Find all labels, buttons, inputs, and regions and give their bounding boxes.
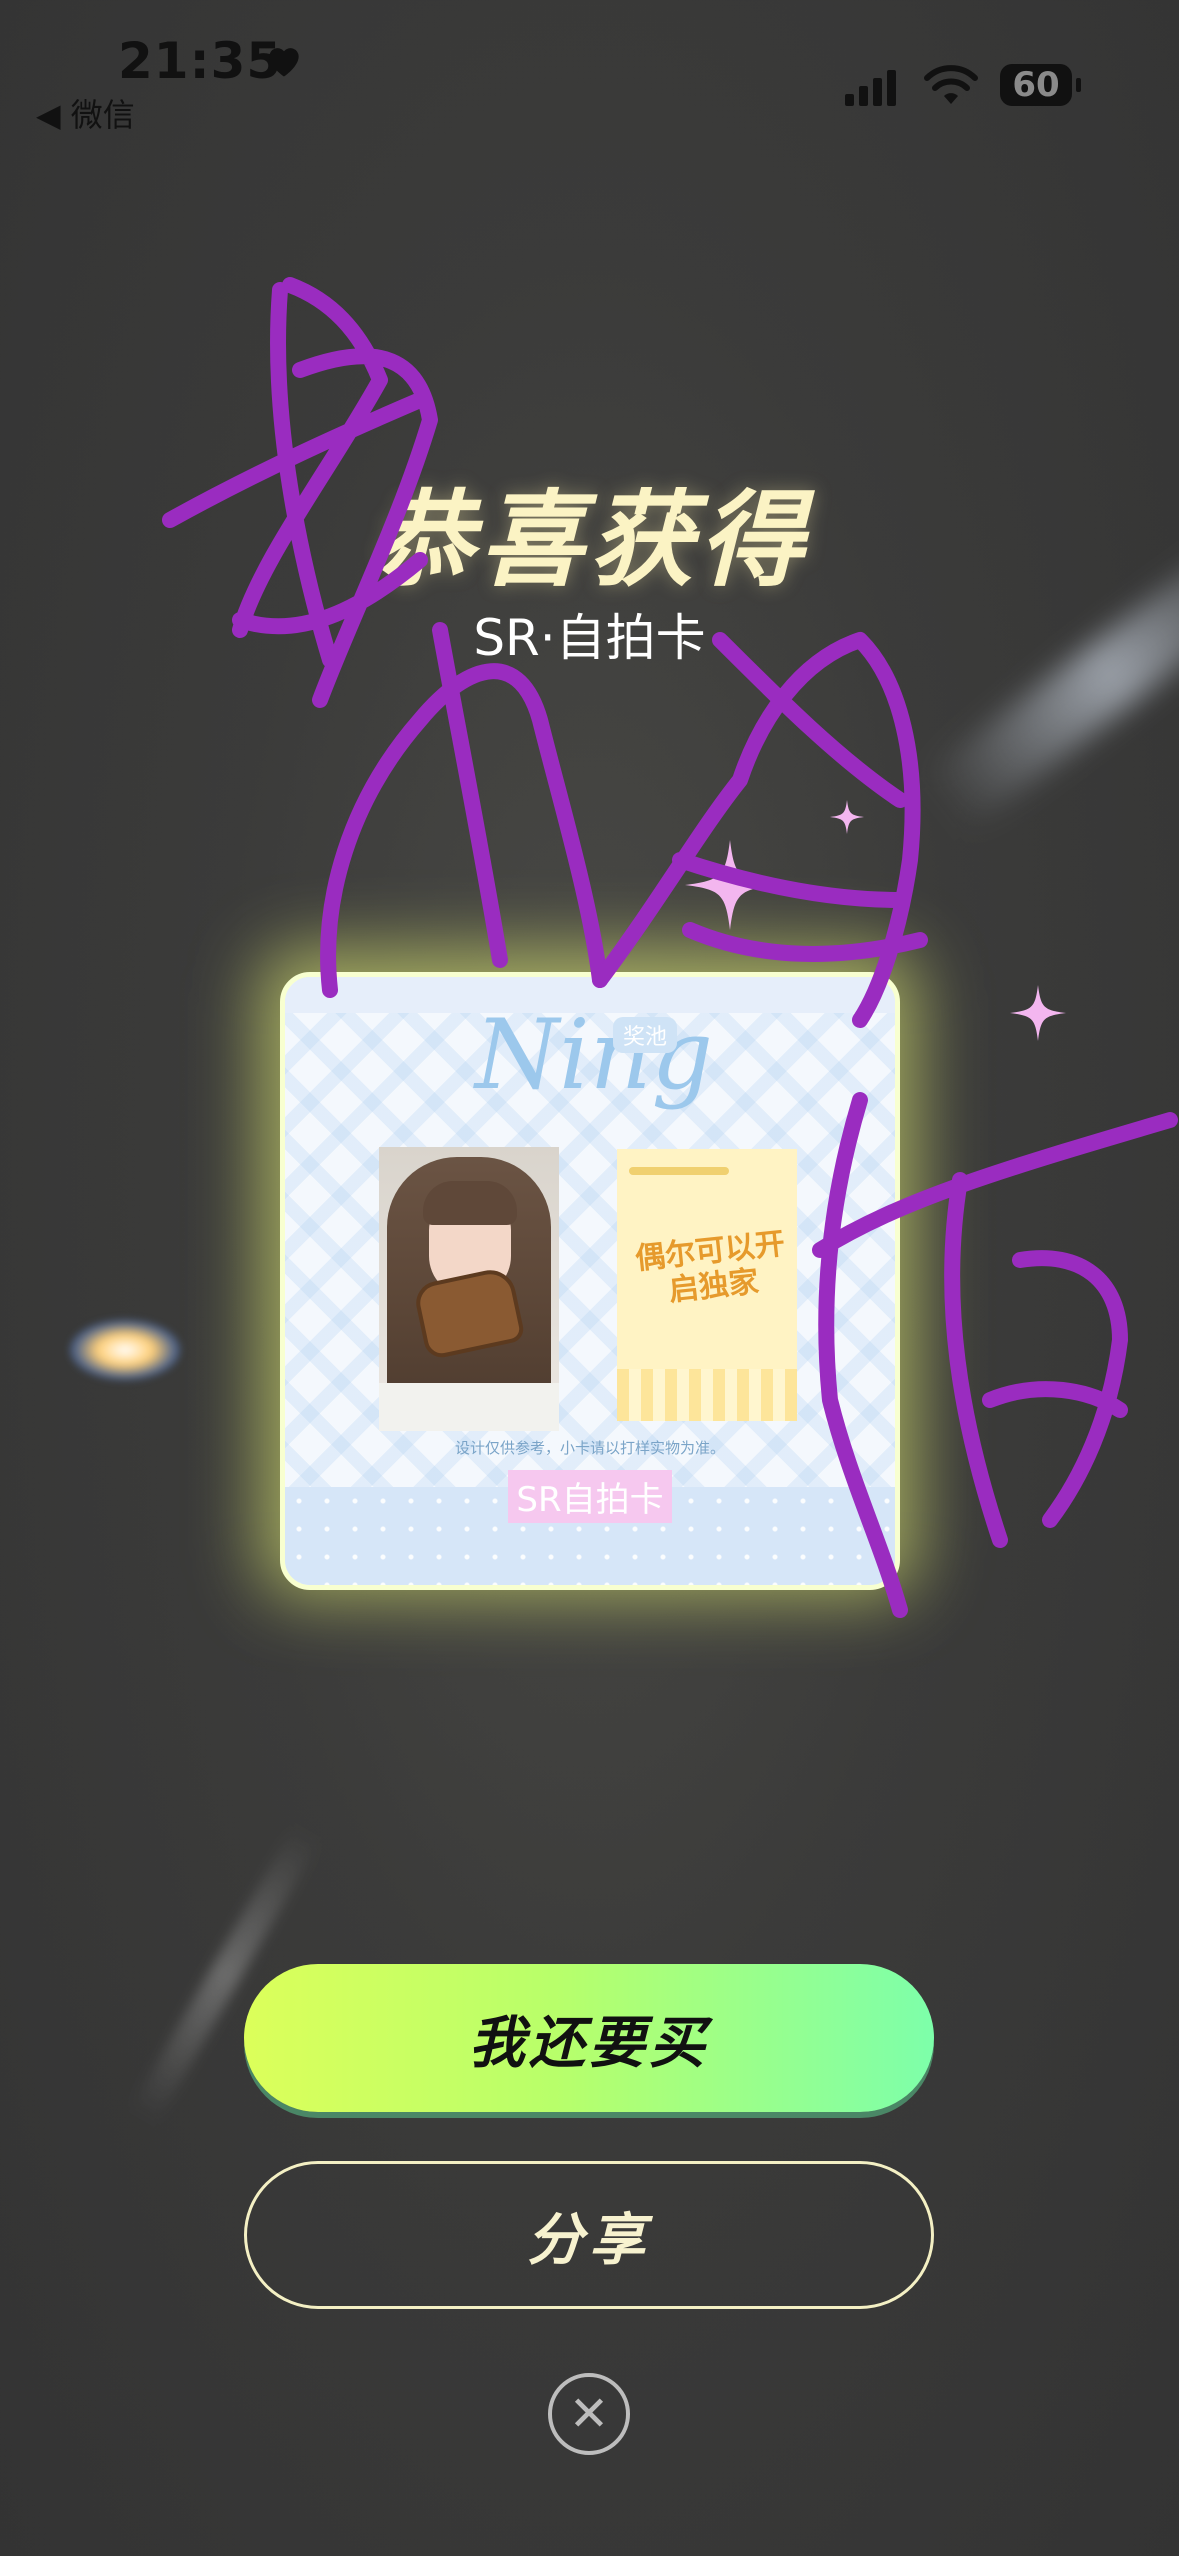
flyer-pattern (617, 1369, 797, 1421)
sparkle-icon (830, 800, 864, 834)
buy-again-button[interactable]: 我还要买 (244, 1964, 934, 2112)
close-icon: ✕ (568, 2386, 610, 2442)
share-button[interactable]: 分享 (244, 2161, 934, 2309)
battery-tip (1076, 78, 1081, 92)
reward-title: 恭喜获得 (369, 479, 810, 601)
card-rarity-label: SR自拍卡 (508, 1470, 672, 1523)
flyer-text: 偶尔可以开启独家 (633, 1226, 787, 1309)
heart-icon (269, 48, 299, 77)
card-back-preview: 偶尔可以开启独家 (617, 1149, 797, 1421)
status-time: 21:35 (118, 32, 283, 90)
close-button[interactable]: ✕ (548, 2373, 630, 2455)
sparkle-icon (1010, 985, 1066, 1041)
card-logo: Ning (475, 999, 713, 1111)
signal-icon (845, 70, 896, 106)
card-rarity-label-wrap: SR自拍卡 (285, 1470, 895, 1523)
wifi-icon (924, 65, 978, 104)
flyer-bar (629, 1167, 729, 1175)
card-notice: 设计仅供参考，小卡请以打样实物为准。 (454, 1439, 725, 1457)
photo-shirt (379, 1383, 559, 1431)
battery-icon: 60 (1000, 64, 1072, 106)
pool-tag: 奖池 (613, 1017, 678, 1053)
photo-bangs (423, 1181, 517, 1225)
lens-flare (70, 1320, 180, 1380)
sparkle-icon (685, 840, 775, 930)
selfie-photo (379, 1147, 559, 1431)
reward-subtitle: SR·自拍卡 (473, 609, 706, 667)
back-to-wechat-link[interactable]: ◀ 微信 (36, 90, 135, 136)
reward-card[interactable]: Ning 奖池 偶尔可以开启独家 设计仅供参考，小卡请以打样实物为准。 SR自拍… (280, 972, 900, 1590)
